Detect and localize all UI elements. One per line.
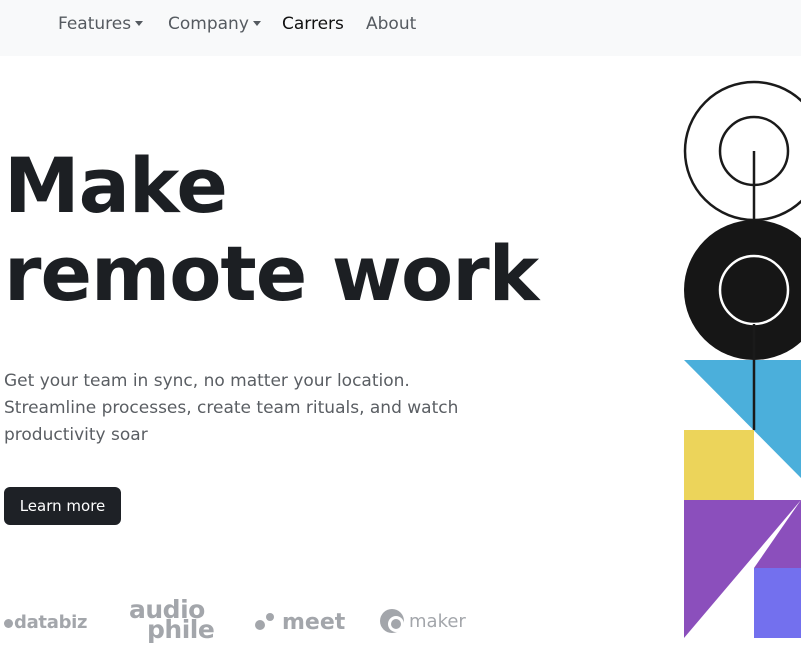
hero-illustration	[683, 80, 801, 638]
hero-title-line-1: Make	[4, 141, 228, 230]
logo-meet: meet	[254, 610, 345, 636]
maker-logo-text: maker	[409, 611, 466, 632]
hero-title-line-2: remote work	[4, 229, 539, 318]
nav-company-label: Company	[168, 14, 249, 34]
concentric-circles-icon	[683, 80, 801, 222]
nav-about-link[interactable]: About	[366, 12, 416, 36]
meet-logo-text: meet	[282, 610, 346, 635]
nav-features-label: Features	[58, 14, 132, 34]
top-navbar: Features Company Carrers About	[0, 0, 801, 56]
black-circle-icon	[684, 220, 801, 360]
nav-company-dropdown[interactable]: Company	[168, 12, 261, 36]
yellow-square-icon	[684, 430, 754, 500]
hero-title: Make remote work	[4, 142, 564, 318]
hero-description: Get your team in sync, no matter your lo…	[4, 371, 459, 445]
learn-more-button[interactable]: Learn more	[4, 487, 121, 525]
caret-down-icon	[135, 21, 144, 26]
meet-dots-icon	[255, 613, 274, 630]
logo-audiophile: audio phile	[129, 597, 221, 642]
databiz-logo-text: databiz	[14, 612, 88, 633]
maker-circle-icon	[380, 609, 404, 633]
indigo-square-icon	[754, 568, 801, 638]
caret-down-icon	[252, 21, 261, 26]
nav-careers-link[interactable]: Carrers	[282, 12, 344, 36]
logo-databiz: databiz	[4, 612, 88, 634]
databiz-dot-icon	[4, 619, 13, 628]
nav-features-dropdown[interactable]: Features	[58, 12, 144, 36]
logo-maker: maker	[379, 607, 466, 636]
